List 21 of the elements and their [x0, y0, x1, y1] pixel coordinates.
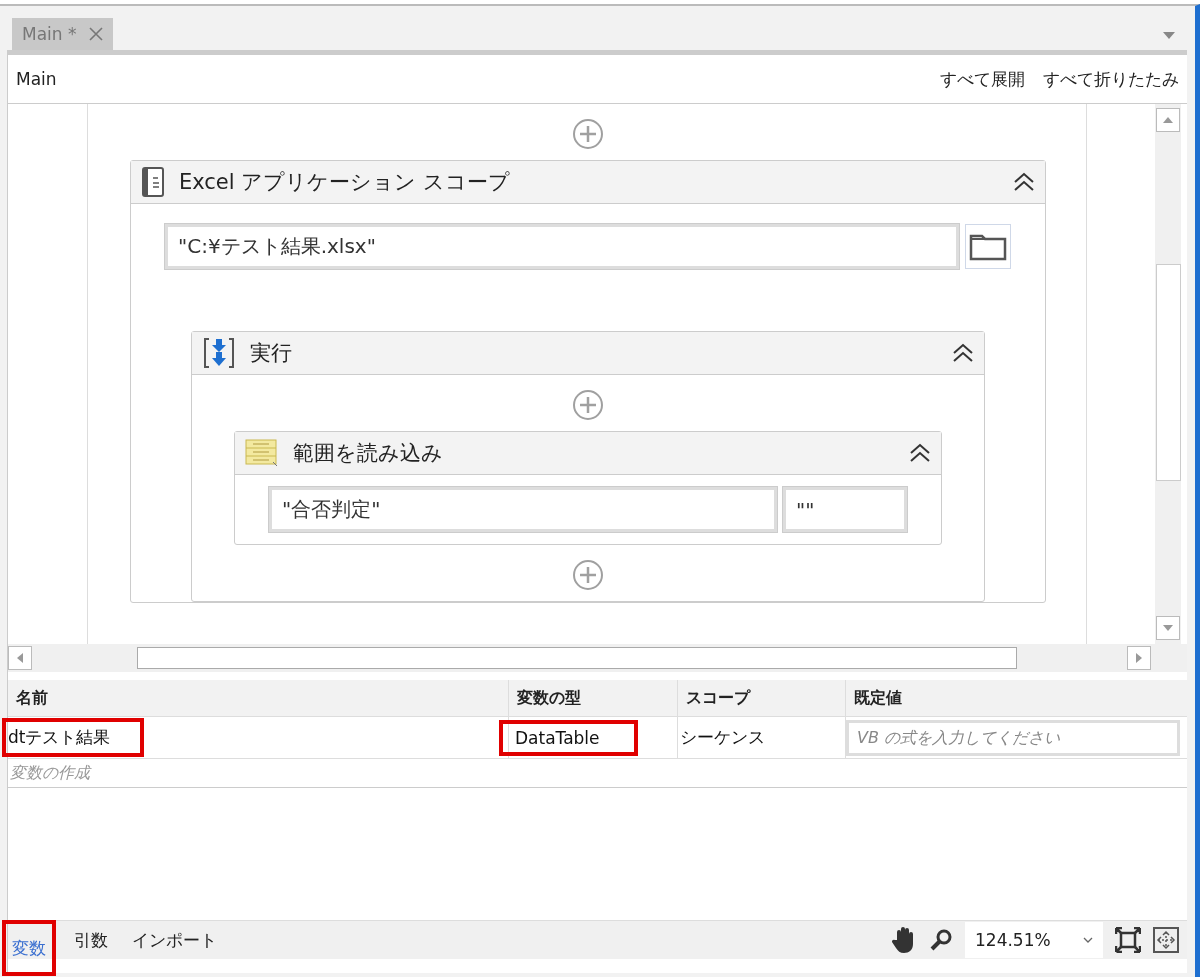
column-header[interactable]: 既定値 [845, 680, 1180, 716]
sheet-name-field[interactable]: "合否判定" [269, 487, 777, 532]
activity-title: Excel アプリケーション スコープ [179, 169, 510, 196]
range-field[interactable]: "" [783, 487, 907, 532]
breadcrumb[interactable]: Main [16, 69, 57, 89]
panel-tab[interactable]: インポート [126, 921, 223, 959]
variable-scope[interactable]: シーケンス [678, 722, 767, 753]
zoom-dropdown[interactable]: 124.51% [965, 922, 1103, 958]
variable-type[interactable]: DataTable [499, 719, 638, 756]
panel-tab[interactable]: 引数 [68, 921, 114, 959]
variable-name[interactable]: dtテスト結果 [2, 718, 145, 757]
activity-title: 範囲を読み込み [293, 440, 443, 467]
default-value-field[interactable]: VB の式を入力してください [846, 719, 1180, 756]
header-link[interactable]: すべて折りたたみ [1043, 67, 1179, 91]
path-field[interactable]: "C:¥テスト結果.xlsx" [165, 224, 959, 269]
column-header[interactable]: 変数の型 [508, 680, 677, 716]
panel-tab[interactable]: 変数 [2, 920, 56, 976]
activity-title: 実行 [250, 340, 292, 367]
column-header[interactable]: 名前 [8, 680, 508, 716]
header-link[interactable]: すべて展開 [940, 67, 1025, 91]
column-header[interactable]: スコープ [677, 680, 845, 716]
